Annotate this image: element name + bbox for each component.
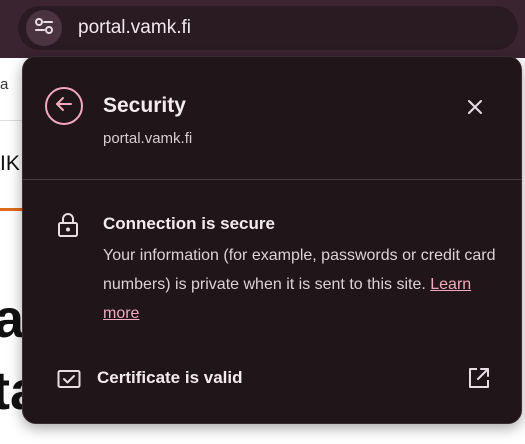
lock-icon: [57, 212, 79, 238]
connection-status-title: Connection is secure: [103, 214, 275, 233]
panel-subtitle: portal.vamk.fi: [103, 130, 193, 147]
page-fragment: a: [0, 76, 9, 93]
url-text[interactable]: portal.vamk.fi: [78, 17, 191, 39]
site-info-button[interactable]: [26, 10, 62, 46]
address-bar[interactable]: portal.vamk.fi: [18, 6, 518, 50]
arrow-left-icon: [55, 96, 73, 117]
security-panel: Security portal.vamk.fi Connection is se…: [22, 56, 522, 424]
open-external-icon[interactable]: [467, 366, 491, 390]
back-button[interactable]: [45, 87, 83, 125]
close-button[interactable]: [463, 97, 487, 121]
page-fragment: IK: [0, 152, 20, 175]
certificate-status-label[interactable]: Certificate is valid: [97, 368, 243, 388]
certificate-icon: [57, 369, 81, 389]
panel-divider: [23, 179, 521, 180]
page-accent-line: [0, 208, 22, 211]
panel-title: Security: [103, 94, 186, 117]
page-divider: [0, 120, 22, 121]
close-icon: [467, 99, 483, 120]
tune-icon: [33, 16, 55, 41]
connection-description: Your information (for example, passwords…: [103, 241, 503, 328]
browser-toolbar: portal.vamk.fi: [0, 0, 525, 58]
